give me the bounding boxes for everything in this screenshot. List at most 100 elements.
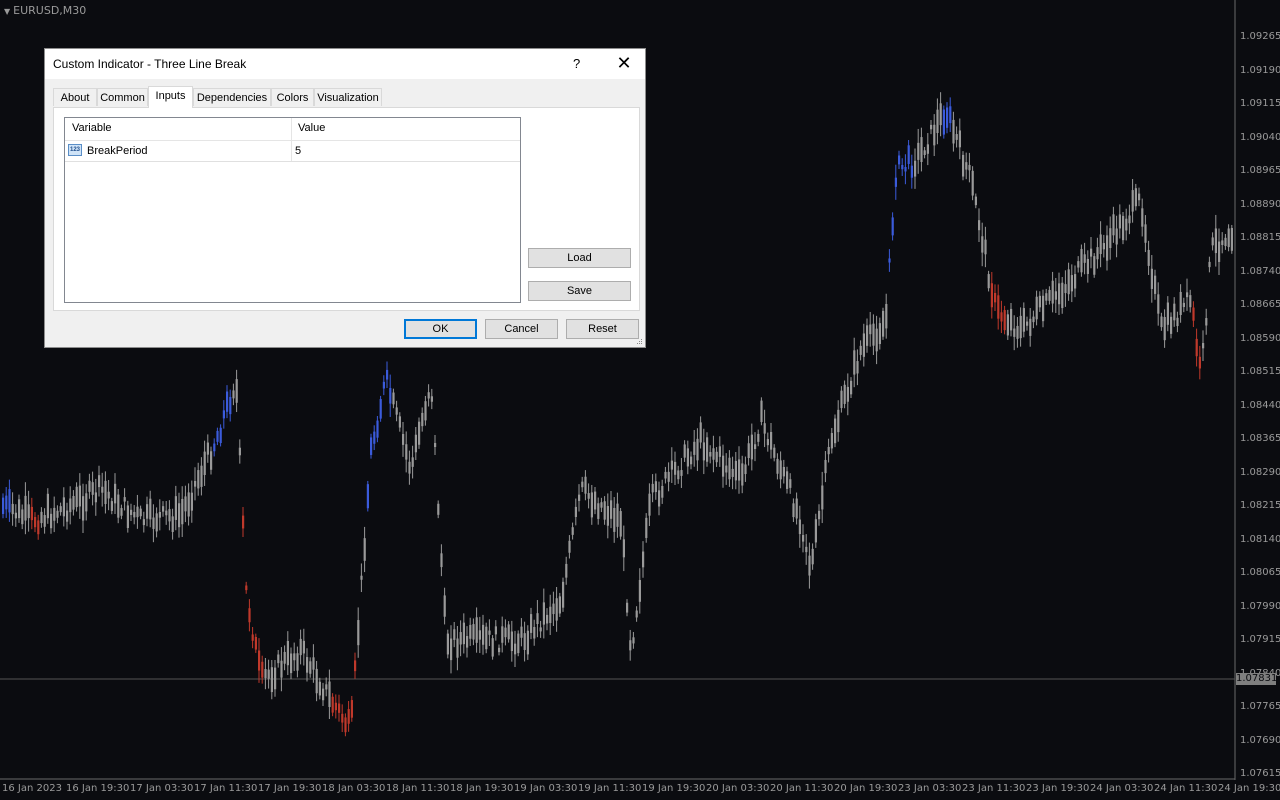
dropdown-triangle-icon[interactable]: ▼: [4, 7, 10, 16]
candle-body: [843, 384, 846, 404]
time-tick-label: 17 Jan 11:30: [194, 783, 258, 794]
candle-body: [82, 496, 85, 521]
price-tick-label: 1.08515: [1240, 366, 1280, 377]
candle-body: [667, 471, 670, 482]
candle-body: [78, 485, 81, 507]
candle-body: [558, 596, 561, 614]
ok-button[interactable]: OK: [404, 319, 477, 339]
candle-body: [894, 177, 897, 187]
candle-body: [846, 386, 849, 402]
candle-body: [392, 392, 395, 405]
candle-body: [811, 548, 814, 565]
time-tick-label: 23 Jan 11:30: [962, 783, 1026, 794]
candle-body: [789, 479, 792, 488]
candle-body: [258, 650, 261, 671]
candle-body: [1173, 303, 1176, 321]
candle-body: [1106, 235, 1109, 261]
candle-body: [869, 324, 872, 335]
candle-body: [1042, 295, 1045, 322]
candle-body: [696, 438, 699, 461]
tab-colors[interactable]: Colors: [271, 88, 314, 106]
tab-about[interactable]: About: [53, 88, 97, 106]
candle-body: [405, 444, 408, 460]
candle-body: [1029, 318, 1032, 336]
candle-body: [306, 657, 309, 673]
help-button[interactable]: ?: [573, 56, 580, 71]
candle-body: [414, 434, 417, 453]
candle-body: [1192, 307, 1195, 321]
save-button[interactable]: Save: [528, 281, 631, 301]
candle-body: [504, 627, 507, 638]
close-icon[interactable]: ✕: [615, 53, 633, 73]
tab-inputs[interactable]: Inputs: [148, 86, 193, 108]
candle-body: [1131, 190, 1134, 212]
candle-body: [331, 696, 334, 713]
column-header-variable[interactable]: Variable: [72, 122, 112, 134]
value-cell[interactable]: 5: [295, 145, 301, 157]
reset-button[interactable]: Reset: [566, 319, 639, 339]
load-button[interactable]: Load: [528, 248, 631, 268]
dialog-titlebar[interactable]: Custom Indicator - Three Line Break ? ✕: [45, 49, 645, 79]
candle-body: [200, 465, 203, 487]
table-row[interactable]: 123 BreakPeriod 5: [65, 141, 520, 162]
candle-body: [488, 630, 491, 635]
candle-body: [27, 504, 30, 519]
candle-body: [994, 292, 997, 303]
candle-body: [990, 283, 993, 308]
inputs-panel: Variable Value 123 BreakPeriod 5 Load Sa…: [53, 107, 640, 311]
candle-body: [312, 657, 315, 670]
candle-body: [1208, 261, 1211, 268]
candle-body: [978, 220, 981, 231]
column-header-value[interactable]: Value: [298, 122, 325, 134]
time-tick-label: 17 Jan 03:30: [130, 783, 194, 794]
candle-body: [30, 506, 33, 521]
candle-body: [600, 502, 603, 508]
candle-body: [1022, 308, 1025, 332]
tab-dependencies[interactable]: Dependencies: [193, 88, 271, 106]
candle-body: [187, 492, 190, 517]
candle-body: [1221, 240, 1224, 245]
candle-body: [174, 496, 177, 520]
candle-body: [1026, 321, 1029, 326]
candle-body: [126, 505, 129, 528]
candle-body: [859, 345, 862, 355]
candle-body: [1218, 241, 1221, 262]
candle-body: [1058, 283, 1061, 305]
inputs-grid[interactable]: Variable Value 123 BreakPeriod 5: [64, 117, 521, 303]
candle-body: [1224, 237, 1227, 247]
candle-body: [571, 527, 574, 535]
candle-body: [590, 492, 593, 518]
candle-body: [520, 626, 523, 638]
tab-common[interactable]: Common: [97, 88, 148, 106]
candle-body: [853, 350, 856, 375]
candle-body: [1214, 228, 1217, 254]
candle-body: [754, 444, 757, 450]
candle-body: [322, 688, 325, 701]
candle-body: [930, 124, 933, 130]
price-tick-label: 1.08065: [1240, 567, 1280, 578]
candle-body: [194, 480, 197, 487]
candle-body: [1144, 224, 1147, 243]
candle-body: [1038, 295, 1041, 308]
candle-body: [264, 669, 267, 679]
candle-body: [933, 124, 936, 146]
candle-body: [715, 451, 718, 463]
resize-grip-icon[interactable]: [635, 337, 643, 345]
int-type-icon: 123: [68, 144, 82, 156]
candle-body: [1112, 214, 1115, 236]
candle-body: [379, 399, 382, 419]
candle-body: [878, 323, 881, 345]
candle-body: [539, 627, 542, 632]
cancel-button[interactable]: Cancel: [485, 319, 558, 339]
candle-body: [920, 137, 923, 163]
candle-body: [283, 651, 286, 664]
candle-body: [642, 551, 645, 568]
candle-body: [450, 638, 453, 661]
candle-body: [1163, 317, 1166, 341]
time-tick-label: 16 Jan 19:30: [66, 783, 130, 794]
candle-body: [165, 510, 168, 516]
tab-visualization[interactable]: Visualization: [314, 88, 382, 106]
candle-body: [62, 497, 65, 517]
candle-body: [693, 441, 696, 455]
column-divider[interactable]: [291, 118, 292, 140]
